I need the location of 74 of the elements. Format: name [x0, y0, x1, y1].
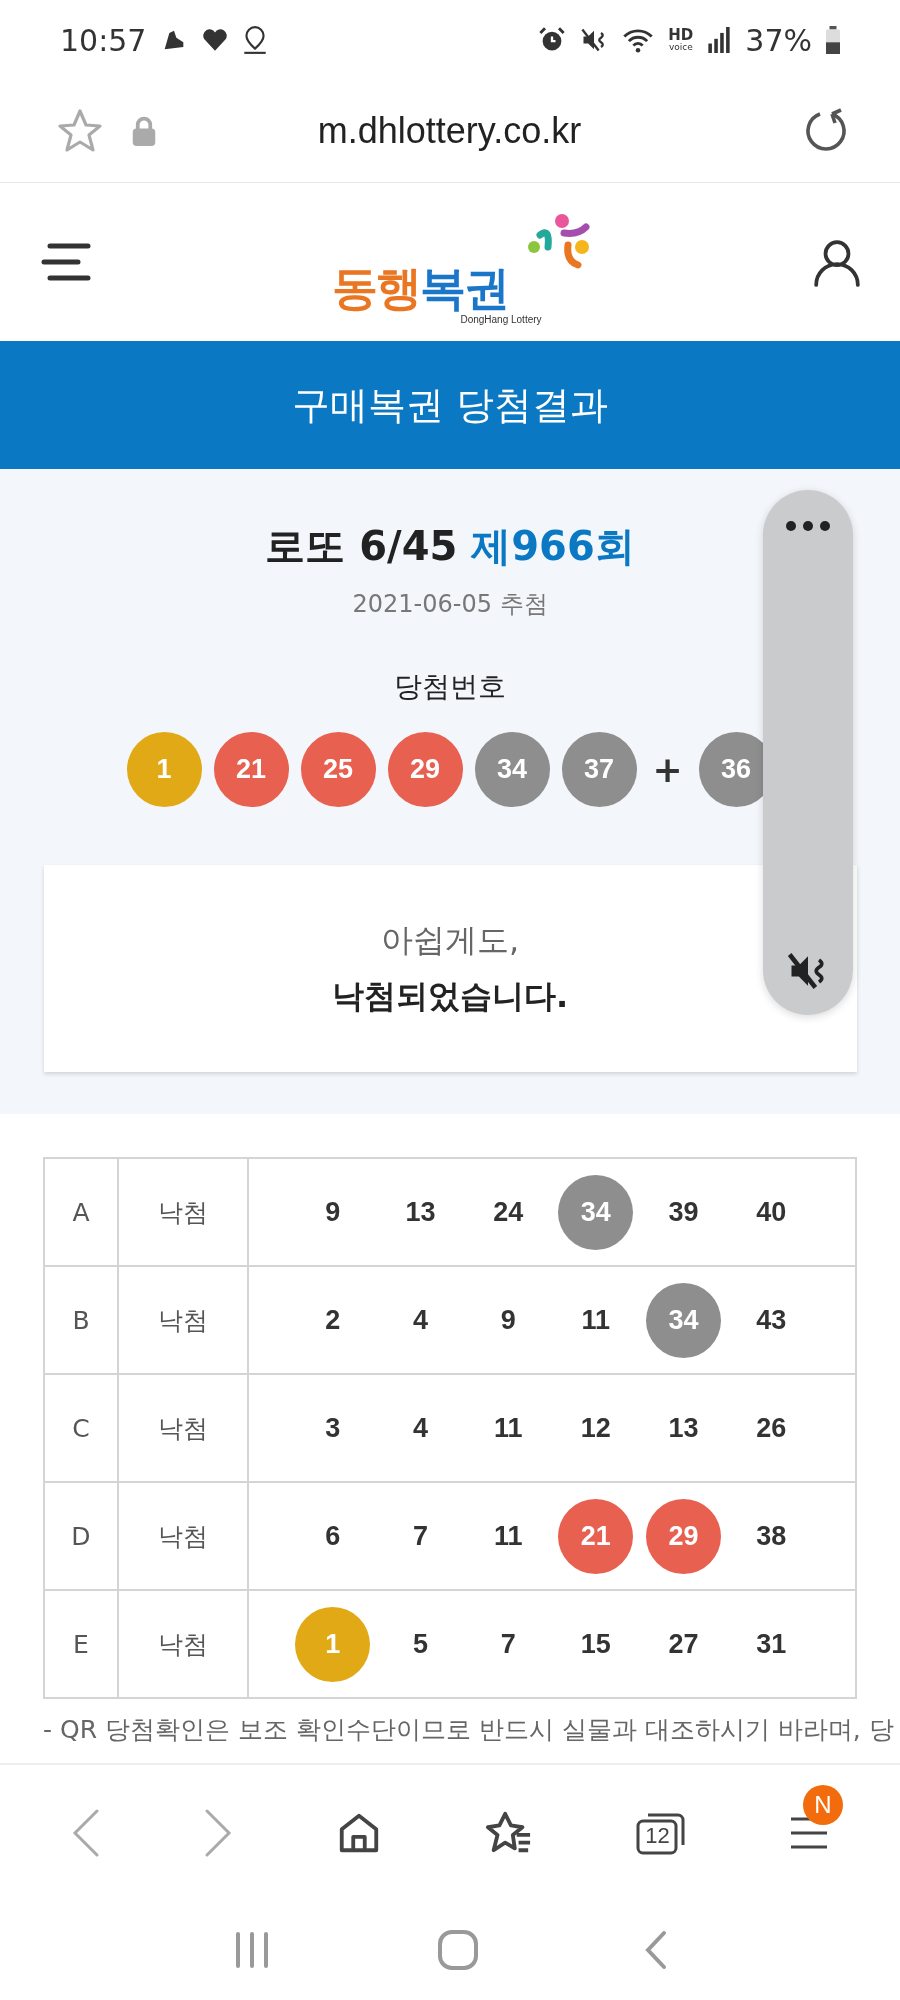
ticket-label: D	[70, 1520, 92, 1553]
ticket-number: 38	[756, 1520, 787, 1552]
logo-text: 동행복권	[332, 265, 509, 311]
result-status: 낙첨되었습니다.	[331, 975, 569, 1017]
ticket-result: 낙첨	[117, 1375, 247, 1481]
notification-badge: N	[802, 1784, 843, 1825]
matched-number-ball: 34	[558, 1174, 634, 1250]
ticket-number: 11	[493, 1520, 523, 1552]
ticket-number: 2	[325, 1304, 341, 1336]
number-ball: 37	[561, 732, 637, 807]
more-icon[interactable]	[785, 520, 831, 532]
ticket-result: 낙첨	[117, 1483, 247, 1589]
number-ball: 1	[126, 732, 202, 807]
battery-percent: 37%	[745, 22, 812, 58]
winning-numbers-label: 당첨번호	[394, 669, 506, 705]
ticket-number: 12	[580, 1412, 611, 1444]
voice-label: voice	[668, 43, 693, 52]
ticket-number: 31	[756, 1628, 787, 1660]
plus-sign: +	[651, 749, 684, 790]
ticket-number: 9	[500, 1304, 516, 1336]
ticket-number: 13	[668, 1412, 699, 1444]
matched-number-ball: 34	[646, 1282, 721, 1358]
draw-date: 2021-06-05 추첨	[352, 589, 548, 620]
ticket-label: C	[71, 1412, 91, 1445]
ticket-result: 낙첨	[117, 1267, 247, 1373]
ticket-number: 24	[493, 1196, 524, 1228]
ticket-number: 3	[325, 1412, 341, 1444]
ticket-number: 11	[581, 1304, 611, 1336]
heart-icon	[202, 28, 229, 52]
user-icon[interactable]	[812, 237, 862, 287]
ticket-number: 39	[668, 1196, 699, 1228]
clock-time: 10:57	[60, 22, 147, 58]
ticket-number: 11	[493, 1412, 523, 1444]
home-button-icon[interactable]	[437, 1929, 479, 1971]
matched-number-ball: 29	[646, 1498, 721, 1574]
menu-icon[interactable]	[40, 242, 92, 282]
ticket-number: 4	[412, 1412, 428, 1444]
ticket-number: 27	[668, 1628, 699, 1660]
signal-icon	[707, 27, 732, 53]
number-ball: 25	[300, 732, 376, 807]
ticket-number: 43	[756, 1304, 787, 1336]
battery-icon	[826, 26, 840, 54]
back-icon[interactable]	[643, 1930, 668, 1970]
ticket-number: 4	[412, 1304, 428, 1336]
tab-count: 12	[644, 1822, 671, 1849]
matched-number-ball: 1	[295, 1606, 371, 1682]
ticket-result: 낙첨	[117, 1159, 247, 1265]
number-ball: 34	[474, 732, 550, 807]
ticket-number: 6	[325, 1520, 341, 1552]
address-field[interactable]: m.dhlottery.co.kr	[183, 110, 716, 152]
ticket-number: 26	[756, 1412, 787, 1444]
ticket-number: 40	[756, 1196, 787, 1228]
ticket-number: 15	[580, 1628, 611, 1660]
matched-number-ball: 21	[558, 1498, 634, 1574]
notice-text: - QR 당첨확인은 보조 확인수단이므로 반드시 실물과 대조하시기 바라며, 당	[43, 1715, 894, 1744]
ticket-number: 9	[325, 1196, 341, 1228]
location-pin-icon	[242, 25, 269, 55]
ticket-label: A	[71, 1196, 91, 1229]
result-message: 아쉽게도,	[380, 919, 520, 961]
logo-subtext: DongHang Lottery	[460, 314, 542, 325]
number-ball: 29	[387, 732, 463, 807]
ticket-label: E	[72, 1628, 90, 1661]
page-title: 구매복권 당첨결과	[291, 381, 609, 429]
ticket-number: 7	[500, 1628, 516, 1660]
ticket-result: 낙첨	[117, 1591, 247, 1697]
ticket-number: 13	[405, 1196, 436, 1228]
hd-label: HD	[668, 28, 694, 43]
number-ball: 21	[213, 732, 289, 807]
ticket-number: 7	[412, 1520, 428, 1552]
tabs-button[interactable]: 12	[636, 1810, 687, 1855]
draw-title: 로또 6/45 제966회	[265, 522, 635, 571]
lock-icon	[131, 116, 157, 146]
ticket-label: B	[71, 1304, 91, 1337]
ticket-number: 5	[412, 1628, 428, 1660]
